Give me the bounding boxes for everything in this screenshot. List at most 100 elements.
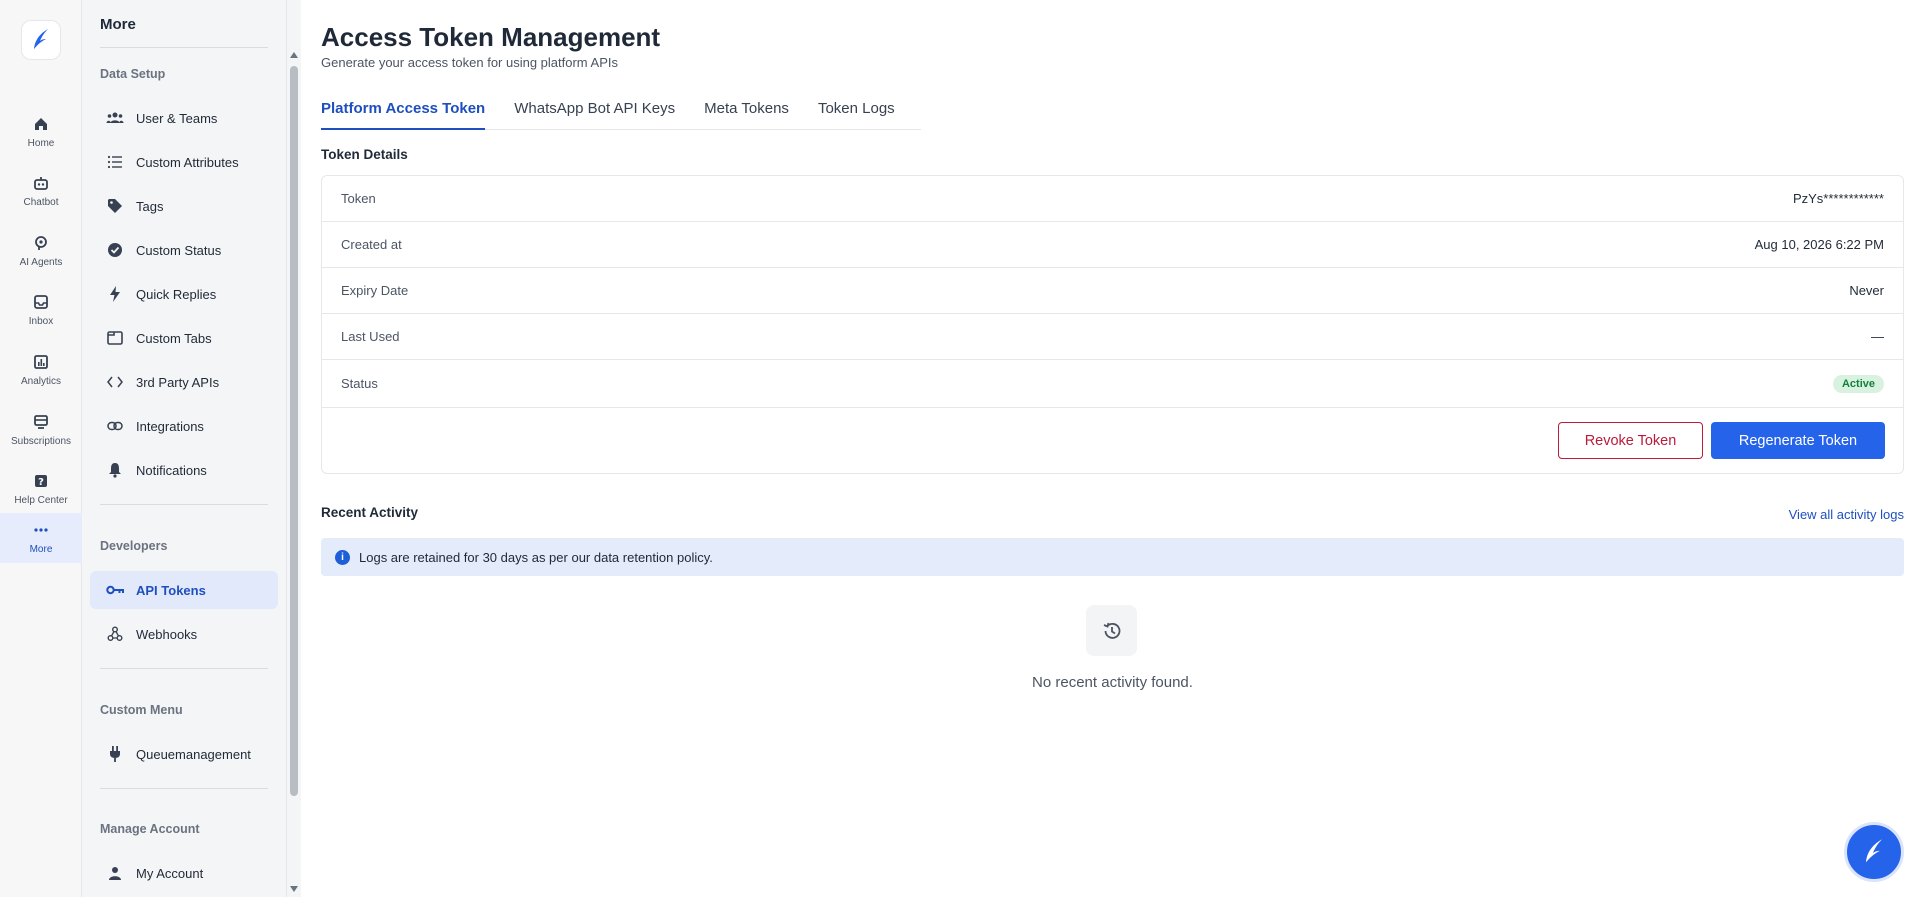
divider [100, 504, 268, 505]
rail-item-more[interactable]: More [0, 513, 82, 563]
sidebar-item-api-tokens[interactable]: API Tokens [90, 571, 278, 609]
retention-info-banner: i Logs are retained for 30 days as per o… [321, 538, 1904, 576]
sidebar-item-label: API Tokens [136, 582, 206, 598]
list-icon [106, 153, 124, 171]
chat-support-button[interactable] [1844, 822, 1904, 882]
bird-logo-icon [1865, 839, 1883, 863]
scroll-up-arrow-icon[interactable] [290, 52, 298, 58]
sidebar-item-custom-tabs[interactable]: Custom Tabs [90, 319, 278, 357]
last-used-row: Last Used — [322, 314, 1903, 360]
tag-icon [106, 197, 124, 215]
sidebar-item-quick-replies[interactable]: Quick Replies [90, 275, 278, 313]
sidebar-item-label: Tags [136, 198, 164, 214]
status-badge: Active [1832, 374, 1884, 393]
sidebar-item-users-teams[interactable]: User & Teams [90, 99, 278, 137]
rail-label: Chatbot [23, 197, 59, 208]
section-heading-custom-menu: Custom Menu [100, 703, 183, 717]
sidebar-item-custom-status[interactable]: Custom Status [90, 231, 278, 269]
status-row: Status Active [322, 360, 1903, 408]
sidebar-item-label: User & Teams [136, 110, 218, 126]
token-details-card: Token PzYs************ Created at Aug 10… [321, 175, 1904, 474]
sidebar-item-tags[interactable]: Tags [90, 187, 278, 225]
tab-token-logs[interactable]: Token Logs [818, 100, 895, 130]
recent-activity-heading: Recent Activity [321, 505, 419, 520]
ai-agent-icon [32, 234, 50, 252]
history-icon [1086, 605, 1137, 656]
tab-meta-tokens[interactable]: Meta Tokens [704, 100, 789, 130]
icon-rail: Home Chatbot AI Agents Inbox Analytics S… [0, 0, 82, 897]
rail-item-ai-agents[interactable]: AI Agents [0, 225, 82, 277]
token-value: PzYs************ [1792, 191, 1884, 206]
help-icon: ? [32, 472, 50, 490]
rail-label: More [29, 544, 53, 555]
sidebar-item-integrations[interactable]: Integrations [90, 407, 278, 445]
sidebar-item-label: Custom Tabs [136, 330, 212, 346]
page-title: Access Token Management [321, 22, 661, 52]
rail-item-chatbot[interactable]: Chatbot [0, 165, 82, 217]
app-logo[interactable] [21, 20, 61, 60]
link-icon [106, 417, 124, 435]
sidebar-item-my-account[interactable]: My Account [90, 854, 278, 892]
rail-label: Home [27, 138, 55, 149]
rail-item-subscriptions[interactable]: Subscriptions [0, 404, 82, 456]
scrollbar-thumb[interactable] [290, 66, 298, 796]
lightning-icon [106, 285, 124, 303]
bell-icon [106, 461, 124, 479]
sidebar-item-custom-attributes[interactable]: Custom Attributes [90, 143, 278, 181]
analytics-icon [32, 353, 50, 371]
row-label: Token [341, 191, 376, 206]
expiry-date-value: Never [1849, 283, 1884, 298]
divider [100, 788, 268, 789]
more-dots-icon [32, 521, 50, 539]
sidebar-item-label: Custom Attributes [136, 154, 239, 170]
rail-item-inbox[interactable]: Inbox [0, 284, 82, 336]
sidebar-item-notifications[interactable]: Notifications [90, 451, 278, 489]
row-label: Created at [341, 237, 402, 252]
rail-label: Help Center [14, 495, 68, 506]
sidebar-item-label: Integrations [136, 418, 204, 434]
subscriptions-icon [32, 413, 50, 431]
expiry-date-row: Expiry Date Never [322, 268, 1903, 314]
sidebar-item-label: My Account [136, 865, 204, 881]
tab-platform-access-token[interactable]: Platform Access Token [321, 100, 486, 130]
view-all-activity-logs-link[interactable]: View all activity logs [1789, 507, 1904, 522]
sidebar-item-webhooks[interactable]: Webhooks [90, 615, 278, 653]
main-content: Access Token Management Generate your ac… [321, 0, 1904, 897]
key-icon [106, 581, 124, 599]
sidebar-item-label: Quick Replies [136, 286, 217, 302]
rail-item-home[interactable]: Home [0, 106, 82, 158]
code-icon [106, 373, 124, 391]
last-used-value: — [1871, 329, 1884, 344]
users-icon [106, 109, 124, 127]
row-label: Last Used [341, 329, 400, 344]
created-at-row: Created at Aug 10, 2026 6:22 PM [322, 222, 1903, 268]
sidebar-item-label: Notifications [136, 462, 207, 478]
sidebar-item-3rd-party-apis[interactable]: 3rd Party APIs [90, 363, 278, 401]
sidebar-item-label: Queuemanagement [136, 746, 251, 762]
section-heading-developers: Developers [100, 539, 168, 553]
sidebar-item-label: Custom Status [136, 242, 222, 258]
rail-label: Subscriptions [10, 436, 72, 447]
sidebar-scrollbar[interactable] [287, 0, 301, 897]
revoke-token-button[interactable]: Revoke Token [1558, 422, 1703, 459]
regenerate-token-button[interactable]: Regenerate Token [1711, 422, 1885, 459]
info-banner-text: Logs are retained for 30 days as per our… [359, 549, 713, 565]
tab-whatsapp-bot-api-keys[interactable]: WhatsApp Bot API Keys [514, 100, 675, 130]
divider [100, 668, 268, 669]
secondary-sidebar: More Data Setup User & Teams Custom Attr… [82, 0, 287, 897]
webhook-icon [106, 625, 124, 643]
svg-text:?: ? [38, 477, 44, 488]
scroll-down-arrow-icon[interactable] [290, 886, 298, 892]
bird-logo-icon [34, 29, 48, 49]
rail-item-analytics[interactable]: Analytics [0, 344, 82, 396]
sidebar-item-queuemanagement[interactable]: Queuemanagement [90, 735, 278, 773]
tab-window-icon [106, 329, 124, 347]
empty-state-text: No recent activity found. [1032, 674, 1193, 691]
row-label: Status [341, 376, 378, 391]
rail-label: AI Agents [19, 257, 63, 268]
check-circle-icon [106, 241, 124, 259]
home-icon [32, 115, 50, 133]
page-subtitle: Generate your access token for using pla… [321, 55, 618, 70]
rail-item-help-center[interactable]: ? Help Center [0, 463, 82, 515]
sidebar-item-label: 3rd Party APIs [136, 374, 220, 390]
